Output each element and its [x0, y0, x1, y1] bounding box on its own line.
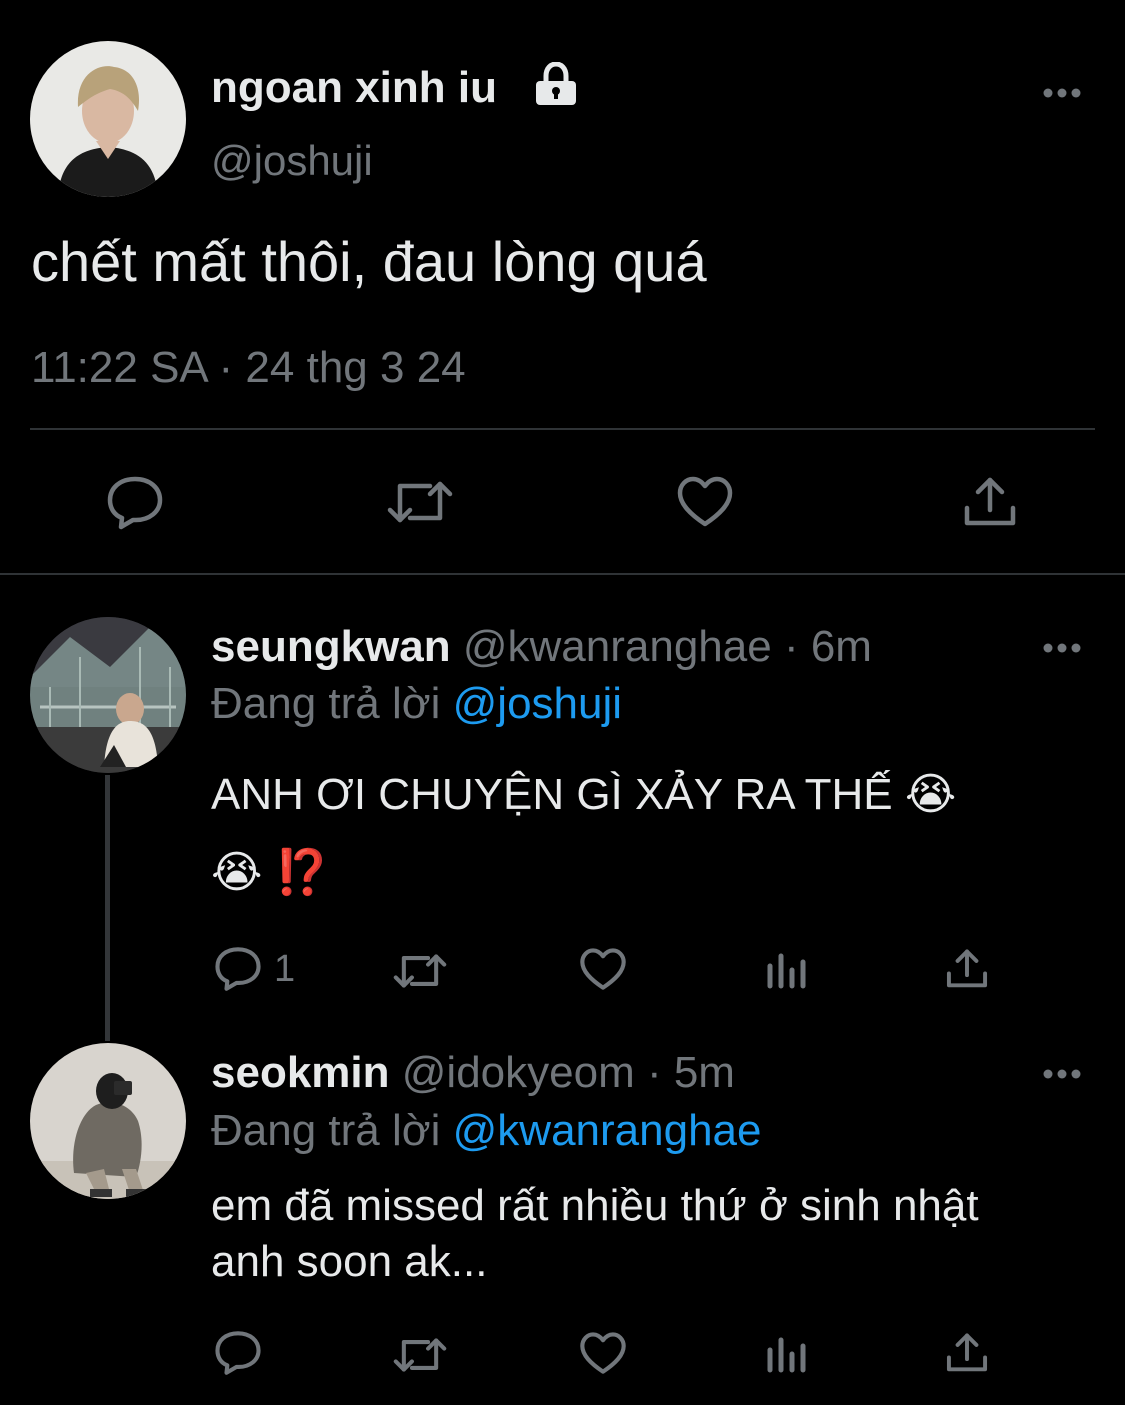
main-display-name[interactable]: ngoan xinh iu: [211, 64, 497, 112]
reply-text-line1: em đã missed rất nhiều thứ ở sinh nhật: [211, 1181, 979, 1230]
replying-prefix: Đang trả lời: [211, 679, 441, 728]
more-options-icon[interactable]: [1042, 1067, 1082, 1079]
reply-icon[interactable]: [214, 946, 262, 992]
avatar-seokmin[interactable]: [30, 1043, 186, 1199]
reply-text-line1: ANH ƠI CHUYỆN GÌ XẢY RA THẾ 😭: [211, 770, 957, 819]
retweet-icon[interactable]: [386, 476, 454, 528]
lock-icon: [533, 62, 579, 106]
main-handle[interactable]: @joshuji: [211, 138, 373, 184]
reply-handle-time[interactable]: @kwanranghae · 6m: [463, 622, 872, 671]
like-icon[interactable]: [579, 948, 627, 991]
replying-prefix: Đang trả lời: [211, 1106, 441, 1155]
main-timestamp[interactable]: 11:22 SA · 24 thg 3 24: [31, 342, 466, 394]
reply-text-line2: anh soon ak...: [211, 1237, 488, 1286]
reply-count: 1: [274, 948, 296, 990]
retweet-icon[interactable]: [392, 1334, 448, 1376]
retweet-icon[interactable]: [392, 950, 448, 992]
like-icon[interactable]: [579, 1332, 627, 1375]
share-icon[interactable]: [945, 1330, 989, 1374]
views-icon[interactable]: [765, 1332, 807, 1374]
reply-author-line: seokmin @idokyeom · 5m: [211, 1049, 735, 1097]
reply-handle-time[interactable]: @idokyeom · 5m: [402, 1048, 735, 1097]
replying-to-line: Đang trả lời @kwanranghae: [211, 1107, 761, 1155]
avatar-main[interactable]: [30, 41, 186, 197]
divider: [30, 428, 1095, 430]
more-options-icon[interactable]: [1042, 641, 1082, 653]
section-divider: [0, 573, 1125, 575]
like-icon[interactable]: [676, 476, 734, 528]
replying-to-link[interactable]: @kwanranghae: [453, 1106, 762, 1155]
thread-line: [105, 775, 110, 1041]
replying-to-line: Đang trả lời @joshuji: [211, 680, 622, 728]
share-icon[interactable]: [962, 474, 1018, 528]
reply-text-line2: 😭 ⁉️: [211, 848, 330, 897]
share-icon[interactable]: [945, 946, 989, 990]
avatar-seungkwan[interactable]: [30, 617, 186, 773]
views-icon[interactable]: [765, 948, 807, 990]
replying-to-link[interactable]: @joshuji: [453, 679, 622, 728]
reply-display-name[interactable]: seungkwan: [211, 622, 451, 671]
main-tweet-text: chết mất thôi, đau lòng quá: [31, 230, 707, 293]
reply-icon[interactable]: [106, 475, 164, 531]
more-options-icon[interactable]: [1042, 86, 1082, 98]
reply-display-name[interactable]: seokmin: [211, 1048, 390, 1097]
reply-author-line: seungkwan @kwanranghae · 6m: [211, 623, 872, 671]
reply-icon[interactable]: [214, 1330, 262, 1376]
